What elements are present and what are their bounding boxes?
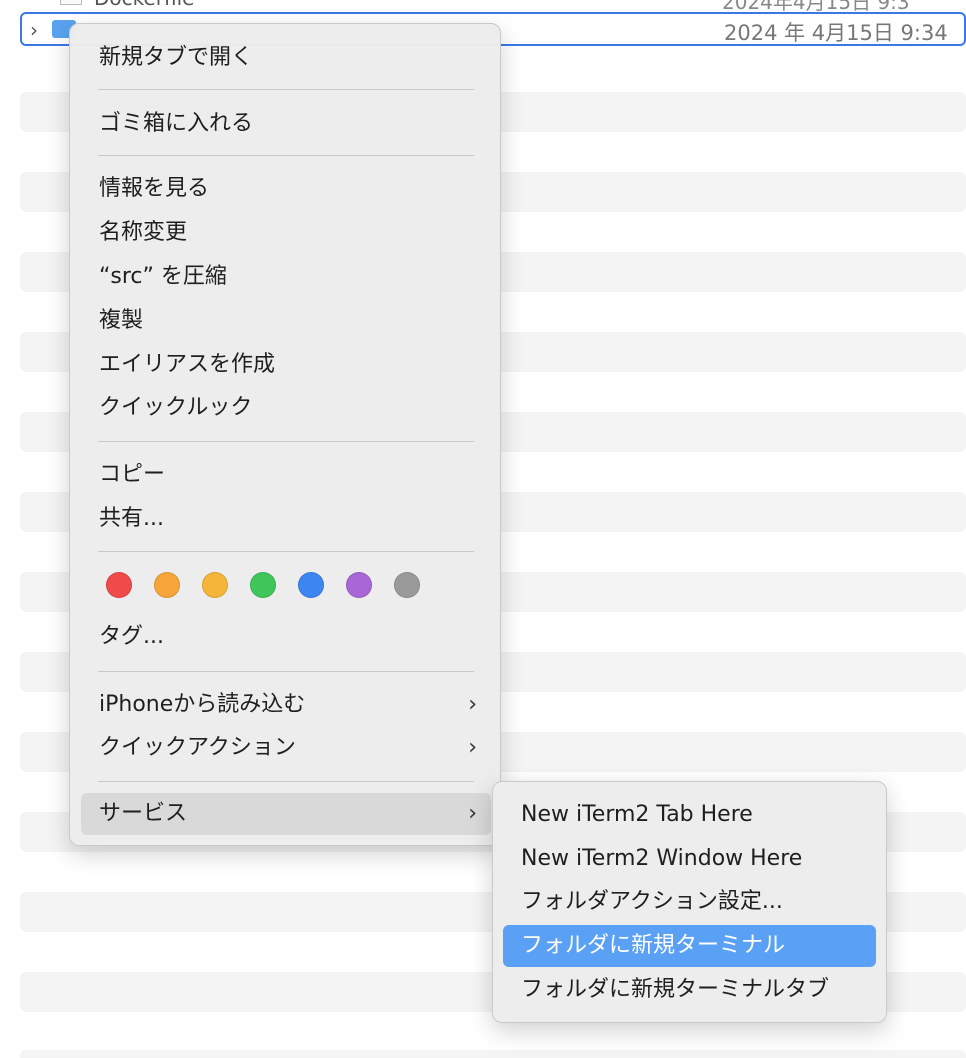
menu-item-label: ゴミ箱に入れる bbox=[99, 111, 254, 136]
file-name: Dockerfile bbox=[94, 0, 195, 10]
tag-orange[interactable] bbox=[154, 572, 180, 598]
menu-item-label: サービス bbox=[99, 801, 188, 826]
tag-green[interactable] bbox=[250, 572, 276, 598]
screen: Dockerfile 2024年4月15日 9:3 › 2024 年 4月15日… bbox=[0, 0, 966, 1058]
menu-item-move-to-trash[interactable]: ゴミ箱に入れる bbox=[81, 103, 491, 145]
menu-separator bbox=[98, 89, 474, 90]
submenu-item-label: フォルダに新規ターミナルタブ bbox=[521, 977, 830, 1002]
service-new-iterm2-tab[interactable]: New iTerm2 Tab Here bbox=[503, 794, 876, 836]
tag-yellow[interactable] bbox=[202, 572, 228, 598]
menu-item-label: iPhoneから読み込む bbox=[99, 692, 306, 717]
context-menu: 新規タブで開く ゴミ箱に入れる 情報を見る 名称変更 “src” を圧縮 複製 … bbox=[69, 23, 501, 846]
tag-gray[interactable] bbox=[394, 572, 420, 598]
tag-blue[interactable] bbox=[298, 572, 324, 598]
menu-item-label: コピー bbox=[99, 462, 166, 487]
service-folder-actions-setup[interactable]: フォルダアクション設定... bbox=[503, 881, 876, 923]
menu-item-make-alias[interactable]: エイリアスを作成 bbox=[81, 344, 491, 386]
chevron-right-icon[interactable]: › bbox=[30, 18, 38, 42]
menu-item-label: 複製 bbox=[99, 308, 144, 333]
menu-separator bbox=[98, 671, 474, 672]
menu-item-copy[interactable]: コピー bbox=[81, 454, 491, 496]
menu-separator bbox=[98, 781, 474, 782]
chevron-right-icon: › bbox=[468, 692, 477, 717]
menu-item-share[interactable]: 共有... bbox=[81, 498, 491, 540]
menu-item-label: タグ... bbox=[99, 624, 164, 649]
menu-item-rename[interactable]: 名称変更 bbox=[81, 212, 491, 254]
menu-item-label: クイックルック bbox=[99, 395, 253, 420]
tag-color-row bbox=[106, 572, 436, 600]
service-new-terminal-at-folder[interactable]: フォルダに新規ターミナル bbox=[503, 925, 876, 967]
menu-item-label: 新規タブで開く bbox=[99, 45, 254, 70]
menu-item-label: “src” を圧縮 bbox=[99, 264, 227, 289]
submenu-item-label: フォルダに新規ターミナル bbox=[521, 933, 786, 958]
chevron-right-icon: › bbox=[468, 801, 477, 826]
chevron-right-icon: › bbox=[468, 735, 477, 760]
menu-item-quick-actions[interactable]: クイックアクション › bbox=[81, 727, 491, 769]
file-row-dockerfile[interactable]: Dockerfile 2024年4月15日 9:3 bbox=[20, 0, 966, 14]
submenu-item-label: New iTerm2 Tab Here bbox=[521, 802, 753, 827]
document-icon bbox=[60, 0, 82, 5]
services-submenu: New iTerm2 Tab Here New iTerm2 Window He… bbox=[492, 781, 887, 1023]
menu-item-label: 共有... bbox=[99, 506, 164, 531]
menu-item-duplicate[interactable]: 複製 bbox=[81, 300, 491, 342]
menu-item-get-info[interactable]: 情報を見る bbox=[81, 168, 491, 210]
menu-item-tags[interactable]: タグ... bbox=[81, 616, 491, 658]
menu-separator bbox=[98, 155, 474, 156]
list-stripe bbox=[20, 1050, 966, 1058]
menu-item-label: 情報を見る bbox=[99, 176, 210, 201]
menu-item-services[interactable]: サービス › bbox=[81, 793, 491, 835]
file-date: 2024 年 4月15日 9:34 bbox=[724, 21, 948, 45]
menu-item-import-from-iphone[interactable]: iPhoneから読み込む › bbox=[81, 684, 491, 726]
menu-item-quick-look[interactable]: クイックルック bbox=[81, 387, 491, 429]
menu-item-label: クイックアクション bbox=[99, 735, 296, 760]
menu-separator bbox=[98, 551, 474, 552]
menu-item-label: 名称変更 bbox=[99, 220, 188, 245]
service-new-iterm2-window[interactable]: New iTerm2 Window Here bbox=[503, 838, 876, 880]
menu-separator bbox=[98, 441, 474, 442]
menu-item-label: エイリアスを作成 bbox=[99, 352, 276, 377]
menu-item-compress[interactable]: “src” を圧縮 bbox=[81, 256, 491, 298]
tag-purple[interactable] bbox=[346, 572, 372, 598]
service-new-terminal-tab-at-folder[interactable]: フォルダに新規ターミナルタブ bbox=[503, 969, 876, 1011]
tag-red[interactable] bbox=[106, 572, 132, 598]
menu-item-open-in-new-tab[interactable]: 新規タブで開く bbox=[81, 37, 491, 79]
submenu-item-label: フォルダアクション設定... bbox=[521, 889, 783, 914]
submenu-item-label: New iTerm2 Window Here bbox=[521, 846, 803, 871]
